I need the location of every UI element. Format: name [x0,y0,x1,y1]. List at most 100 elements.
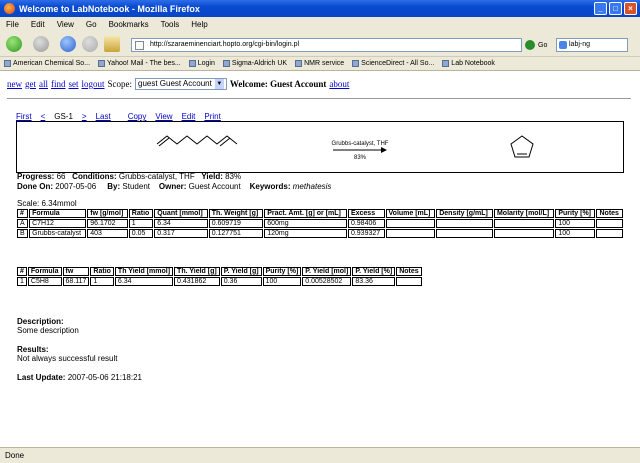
table-cell [385,219,436,228]
conditions-label: Conditions: [72,172,117,181]
bookmark-label: Sigma-Aldrich UK [231,60,288,67]
bookmark-item[interactable]: NMR service [295,60,344,67]
menu-help[interactable]: Help [191,20,207,29]
page-content: new get all find set logout Scope: guest… [0,72,640,447]
reload-icon[interactable] [60,36,76,52]
menu-tools[interactable]: Tools [161,20,180,29]
go-label: Go [538,41,548,49]
description-text: Some description [17,326,79,335]
view-link[interactable]: View [155,112,172,121]
copy-link[interactable]: Copy [128,112,147,121]
bookmark-label: American Chemical So... [13,60,91,67]
column-header: Th. Yield [g] [174,267,220,276]
bookmark-item[interactable]: Lab Notebook [442,60,495,67]
products-table: # Formula fw Ratio Th Yield [mmol] Th. Y… [16,266,423,287]
edit-link[interactable]: Edit [182,112,196,121]
prev-link[interactable]: < [41,112,46,121]
page-icon [135,41,144,50]
search-input[interactable]: labj-ng [556,38,628,52]
table-cell: 0.36 [220,277,262,286]
maximize-button[interactable]: □ [609,2,622,15]
column-header: Th. Weight [g] [208,209,264,218]
table-cell: 1 [17,277,27,286]
table-cell: 96.1702 [87,219,128,228]
reaction-scheme: Grubbs-catalyst, THF 83% [16,121,624,173]
go-arrow-icon [525,40,535,50]
column-header: # [17,267,27,276]
bookmark-item[interactable]: American Chemical So... [4,60,90,67]
firefox-icon [4,3,15,14]
minimize-button[interactable]: _ [594,2,607,15]
bookmark-label: Yahoo! Mail - The bes... [107,60,181,67]
results-text: Not always successful result [17,354,118,363]
table-cell: 100 [555,229,596,238]
scale-label: Scale: [17,199,40,208]
last-link[interactable]: Last [96,112,111,121]
all-link[interactable]: all [39,79,48,89]
column-header: Ratio [90,267,114,276]
results-label: Results: [17,345,49,354]
status-bar: Done [0,447,640,463]
table-cell: 0.317 [154,229,208,238]
bookmark-label: Login [197,60,215,67]
menu-file[interactable]: File [6,20,19,29]
about-link[interactable]: about [329,79,349,89]
table-cell: 1 [90,277,114,286]
table-cell: 0.431862 [174,277,220,286]
scope-value: guest Guest Account [138,79,212,88]
bookmark-label: NMR service [304,60,345,67]
table-cell: 0.05 [128,229,154,238]
results-section: Results: Not always successful result [17,345,117,363]
by-value: Student [122,182,150,191]
menu-go[interactable]: Go [86,20,97,29]
next-link[interactable]: > [82,112,87,121]
home-icon[interactable] [104,36,120,52]
column-header: # [17,209,29,218]
back-icon[interactable] [6,36,22,52]
get-link[interactable]: get [25,79,36,89]
close-button[interactable]: × [624,2,637,15]
logout-link[interactable]: logout [82,79,105,89]
bookmark-icon [188,60,196,67]
description-section: Description: Some description [17,317,79,335]
set-link[interactable]: set [69,79,79,89]
bookmark-item[interactable]: Login [188,60,215,67]
by-label: By: [107,182,121,191]
table-cell: 0.127751 [208,229,264,238]
stop-icon[interactable] [82,36,98,52]
keywords-value: methatesis [292,182,332,191]
yield-label: Yield: [201,172,223,181]
scope-select[interactable]: guest Guest Account ▼ [135,78,227,90]
column-header: P. Yield [g] [220,267,262,276]
print-link[interactable]: Print [204,112,220,121]
forward-icon[interactable] [33,36,49,52]
column-header: P. Yield [%] [352,267,396,276]
table-cell [596,229,623,238]
keywords-label: Keywords: [249,182,291,191]
done-on-label: Done On: [17,182,53,191]
table-cell [596,219,623,228]
done-on-value: 2007-05-06 [55,182,97,191]
go-button[interactable]: Go [525,38,555,52]
menu-view[interactable]: View [57,20,74,29]
bookmark-item[interactable]: Sigma-Aldrich UK [222,60,288,67]
progress-label: Progress: [17,172,55,181]
progress-value: 66 [56,172,66,181]
table-cell [385,229,436,238]
divider [7,98,631,99]
table-cell: C5H8 [27,277,62,286]
new-link[interactable]: new [7,79,22,89]
bookmark-item[interactable]: ScienceDirect - All So... [352,60,434,67]
menu-edit[interactable]: Edit [31,20,45,29]
last-update-section: Last Update: 2007-05-06 21:18:21 [17,373,142,382]
column-header: Formula [27,267,62,276]
first-link[interactable]: First [16,112,32,121]
find-link[interactable]: find [51,79,66,89]
url-input[interactable]: http://szaraeminenciart.hopto.org/cgi-bi… [131,38,522,52]
bookmark-icon [222,60,230,67]
menu-bookmarks[interactable]: Bookmarks [109,20,149,29]
bookmark-item[interactable]: Yahoo! Mail - The bes... [98,60,181,67]
scale-value: 6.34mmol [41,199,77,208]
scope-label: Scope: [107,79,133,89]
table-cell: 600mg [264,219,347,228]
